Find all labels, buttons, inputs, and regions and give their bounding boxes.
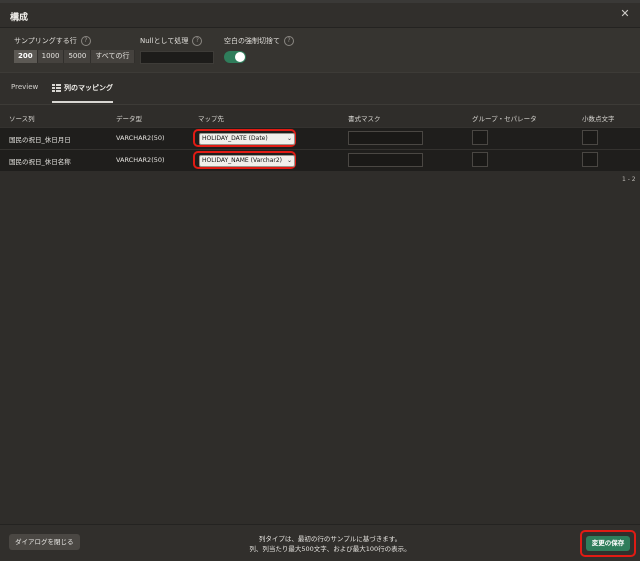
header-target: マップ先 bbox=[198, 115, 224, 123]
header-source: ソース列 bbox=[9, 115, 35, 123]
format-mask-input[interactable] bbox=[348, 153, 423, 167]
target-select-value: HOLIDAY_DATE (Date) bbox=[202, 135, 268, 142]
chevron-down-icon: ⌄ bbox=[286, 157, 292, 164]
source-column: 国民の祝日_休日月日 bbox=[9, 136, 71, 144]
configuration-dialog: 構成 ✕ サンプリングする行? 200 1000 5000 すべての行 Null… bbox=[0, 3, 640, 561]
decimal-field[interactable] bbox=[582, 130, 598, 145]
null-input[interactable] bbox=[140, 51, 214, 64]
datatype-cell: VARCHAR2(50) bbox=[116, 134, 165, 142]
tab-column-mapping[interactable]: 列のマッピング bbox=[52, 83, 113, 103]
sample-rows-label: サンプリングする行 bbox=[14, 37, 77, 45]
tab-preview[interactable]: Preview bbox=[11, 83, 38, 91]
trim-toggle[interactable] bbox=[224, 51, 246, 63]
header-format: 書式マスク bbox=[348, 115, 381, 123]
header-decimal: 小数点文字 bbox=[582, 115, 615, 123]
sample-option-all[interactable]: すべての行 bbox=[91, 50, 135, 63]
trim-label-group: 空白の強制切捨て? bbox=[224, 36, 294, 46]
group-separator-field[interactable] bbox=[472, 130, 488, 145]
sample-option-1000[interactable]: 1000 bbox=[37, 50, 65, 63]
trim-label: 空白の強制切捨て bbox=[224, 37, 280, 45]
pagination-info: 1 - 2 bbox=[622, 176, 636, 183]
datatype-cell: VARCHAR2(50) bbox=[116, 156, 165, 164]
decimal-field[interactable] bbox=[582, 152, 598, 167]
help-icon[interactable]: ? bbox=[192, 36, 203, 46]
group-separator-field[interactable] bbox=[472, 152, 488, 167]
chevron-down-icon: ⌄ bbox=[286, 135, 292, 142]
save-changes-button[interactable]: 変更の保存 bbox=[586, 536, 630, 551]
mapping-icon bbox=[52, 84, 61, 92]
mapping-grid: ソース列 データ型 マップ先 書式マスク グループ・セパレータ 小数点文字 国民… bbox=[0, 104, 640, 524]
dialog-title: 構成 bbox=[10, 13, 29, 23]
tab-bar: Preview 列のマッピング bbox=[0, 72, 640, 105]
sample-option-5000[interactable]: 5000 bbox=[64, 50, 92, 63]
help-icon[interactable]: ? bbox=[80, 36, 91, 46]
header-datatype: データ型 bbox=[116, 115, 142, 123]
source-column: 国民の祝日_休日名称 bbox=[9, 158, 71, 166]
sample-rows-selector: 200 1000 5000 すべての行 bbox=[14, 50, 135, 63]
tab-column-mapping-label: 列のマッピング bbox=[64, 84, 113, 92]
sample-rows-label-group: サンプリングする行? bbox=[14, 36, 91, 46]
null-label: Nullとして処理 bbox=[140, 37, 189, 45]
save-highlight: 変更の保存 bbox=[580, 530, 636, 557]
table-row: 国民の祝日_休日名称 VARCHAR2(50) HOLIDAY_NAME (Va… bbox=[0, 149, 640, 171]
toggle-knob bbox=[235, 52, 245, 62]
grid-header: ソース列 データ型 マップ先 書式マスク グループ・セパレータ 小数点文字 bbox=[0, 104, 640, 127]
footer-note: 列タイプは、最初の行のサンプルに基づきます。 列、列当たり最大500文字、および… bbox=[200, 534, 460, 554]
help-icon[interactable]: ? bbox=[284, 36, 294, 46]
dialog-footer: ダイアログを閉じる 列タイプは、最初の行のサンプルに基づきます。 列、列当たり最… bbox=[0, 524, 640, 561]
sample-option-200[interactable]: 200 bbox=[14, 50, 38, 63]
table-row: 国民の祝日_休日月日 VARCHAR2(50) HOLIDAY_DATE (Da… bbox=[0, 127, 640, 149]
settings-panel: サンプリングする行? 200 1000 5000 すべての行 Nullとして処理… bbox=[0, 28, 640, 72]
footer-note-line2: 列、列当たり最大500文字、および最大100行の表示。 bbox=[249, 545, 411, 553]
header-group-separator: グループ・セパレータ bbox=[472, 115, 537, 123]
close-dialog-button[interactable]: ダイアログを閉じる bbox=[9, 534, 80, 550]
format-mask-input[interactable] bbox=[348, 131, 423, 145]
null-label-group: Nullとして処理? bbox=[140, 36, 203, 46]
target-select[interactable]: HOLIDAY_DATE (Date) ⌄ bbox=[199, 133, 295, 145]
target-highlight: HOLIDAY_DATE (Date) ⌄ bbox=[193, 129, 296, 147]
target-select-value: HOLIDAY_NAME (Varchar2) bbox=[202, 157, 283, 164]
target-highlight: HOLIDAY_NAME (Varchar2) ⌄ bbox=[193, 151, 296, 169]
dialog-titlebar: 構成 ✕ bbox=[0, 3, 640, 28]
target-select[interactable]: HOLIDAY_NAME (Varchar2) ⌄ bbox=[199, 155, 295, 167]
close-icon[interactable]: ✕ bbox=[618, 7, 632, 21]
footer-note-line1: 列タイプは、最初の行のサンプルに基づきます。 bbox=[258, 535, 402, 543]
